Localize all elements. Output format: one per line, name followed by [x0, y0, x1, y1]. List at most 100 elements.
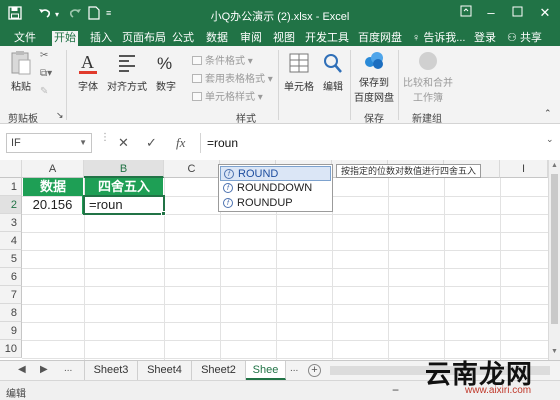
cell-b1[interactable]: 四舍五入 [85, 178, 163, 196]
column-header-i[interactable]: I [500, 160, 548, 178]
save-group-label: 保存 [364, 114, 384, 125]
collapse-ribbon-icon[interactable]: ⌃ [544, 108, 552, 119]
row-header-6[interactable]: 6 [0, 268, 22, 286]
format-as-table-button[interactable]: 套用表格格式 ▾ [192, 70, 273, 85]
cell-a2[interactable]: 20.156 [23, 196, 83, 214]
save-to-baidu-button[interactable]: 保存到 百度网盘 [353, 50, 395, 104]
ribbon-separator [66, 50, 67, 120]
autocomplete-item-roundup[interactable]: f ROUNDUP [220, 196, 331, 211]
sheet-tab-sheet4[interactable]: Sheet4 [138, 361, 192, 380]
clipboard-group-label: 剪贴板 [8, 114, 38, 125]
number-format-button[interactable]: % 数字 [153, 50, 179, 93]
row-header-3[interactable]: 3 [0, 214, 22, 232]
search-icon [324, 54, 342, 73]
more-sheets-left[interactable]: ... [64, 363, 72, 374]
cut-icon[interactable]: ✂ [40, 50, 48, 61]
paste-button[interactable]: 粘贴 [8, 50, 34, 93]
row-header-9[interactable]: 9 [0, 322, 22, 340]
row-header-8[interactable]: 8 [0, 304, 22, 322]
more-sheets-right[interactable]: ... [290, 363, 298, 374]
row-header-2[interactable]: 2 [0, 196, 22, 214]
tab-insert[interactable]: 插入 [88, 31, 114, 46]
tab-view[interactable]: 视图 [271, 31, 297, 46]
formula-input[interactable]: =roun [200, 133, 546, 153]
function-icon: f [223, 183, 233, 193]
gridline [22, 322, 548, 323]
copy-icon[interactable]: ⧉▾ [40, 68, 52, 79]
alignment-button[interactable]: 对齐方式 [104, 50, 150, 93]
row-header-7[interactable]: 7 [0, 286, 22, 304]
share-label: 共享 [519, 32, 542, 44]
cell-a1[interactable]: 数据 [23, 178, 83, 196]
cells-icon [289, 53, 309, 73]
add-sheet-button[interactable]: + [308, 364, 321, 377]
share-icon: ⚇ [507, 32, 517, 44]
svg-text:A: A [81, 52, 94, 72]
vertical-scroll-thumb[interactable] [551, 174, 558, 324]
autocomplete-item-rounddown[interactable]: f ROUNDDOWN [220, 181, 331, 196]
sheet-tab-sheet3[interactable]: Sheet3 [84, 361, 138, 380]
row-header-4[interactable]: 4 [0, 232, 22, 250]
font-button[interactable]: A 字体 [74, 50, 102, 93]
tab-file[interactable]: 文件 [12, 31, 38, 46]
tab-baidu-netdisk[interactable]: 百度网盘 [356, 31, 404, 46]
sign-in-link[interactable]: 登录 [472, 31, 498, 46]
sheet-tab-active[interactable]: Shee [246, 361, 286, 380]
column-header-b[interactable]: B [84, 160, 164, 178]
maximize-icon[interactable] [506, 5, 528, 23]
gridline [22, 286, 548, 287]
cells-button[interactable]: 单元格 [282, 50, 316, 93]
cell-styles-button[interactable]: 单元格样式 ▾ [192, 88, 263, 103]
autocomplete-item-round[interactable]: f ROUND [220, 166, 331, 181]
gridline [388, 178, 389, 360]
share-button[interactable]: ⚇ 共享 [505, 31, 544, 46]
align-icon [119, 55, 135, 72]
ribbon-display-icon[interactable] [455, 5, 477, 23]
gridline [22, 340, 548, 341]
tell-me-box[interactable]: ♀ 告诉我... [410, 31, 467, 46]
tab-data[interactable]: 数据 [204, 31, 230, 46]
save-to-baidu-label-1: 保存到 [359, 78, 389, 89]
zoom-out-button[interactable]: − [392, 383, 399, 397]
format-as-table-icon [192, 74, 202, 83]
select-all-corner[interactable] [0, 160, 22, 178]
format-painter-icon[interactable]: ✎ [40, 86, 48, 97]
sheet-tab-sheet2[interactable]: Sheet2 [192, 361, 246, 380]
cancel-entry-button[interactable]: ✕ [118, 135, 129, 151]
compare-merge-button[interactable]: 比较和合并 工作簿 [400, 50, 456, 104]
name-box[interactable]: IF ▼ [6, 133, 92, 153]
close-icon[interactable]: ✕ [534, 5, 556, 23]
ribbon-separator [398, 50, 399, 120]
cell-b2-active[interactable]: =roun [83, 195, 165, 215]
tab-review[interactable]: 审阅 [238, 31, 264, 46]
compare-merge-label-2: 工作簿 [413, 93, 443, 104]
tab-formulas[interactable]: 公式 [170, 31, 196, 46]
row-header-10[interactable]: 10 [0, 340, 22, 358]
tab-page-layout[interactable]: 页面布局 [120, 31, 168, 46]
column-header-c[interactable]: C [164, 160, 220, 178]
tab-developer[interactable]: 开发工具 [303, 31, 351, 46]
minimize-icon[interactable]: – [480, 5, 502, 23]
editing-button[interactable]: 编辑 [318, 50, 348, 93]
editing-label: 编辑 [323, 82, 343, 93]
row-header-5[interactable]: 5 [0, 250, 22, 268]
next-sheet-icon[interactable]: ▶ [40, 364, 48, 375]
prev-sheet-icon[interactable]: ◀ [18, 364, 26, 375]
column-header-a[interactable]: A [22, 160, 84, 178]
fill-handle[interactable] [161, 211, 166, 216]
scroll-up-icon[interactable]: ▲ [551, 162, 558, 169]
cell-styles-label: 单元格样式 [205, 92, 255, 103]
svg-text:%: % [157, 54, 172, 73]
expand-formula-bar-icon[interactable]: ⌄ [546, 134, 554, 145]
baidu-cloud-icon [365, 52, 383, 69]
vertical-scrollbar[interactable]: ▲ ▼ [548, 160, 560, 360]
row-header-1[interactable]: 1 [0, 178, 22, 196]
clipboard-launcher-icon[interactable]: ↘ [56, 110, 64, 121]
ribbon-tabs: 文件 开始 插入 页面布局 公式 数据 审阅 视图 开发工具 百度网盘 ♀ 告诉… [0, 30, 560, 46]
insert-function-button[interactable]: fx [176, 135, 185, 151]
number-label: 数字 [156, 82, 176, 93]
conditional-formatting-button[interactable]: 条件格式 ▾ [192, 52, 253, 67]
styles-group-label: 样式 [236, 114, 256, 125]
tab-home[interactable]: 开始 [52, 31, 78, 46]
enter-entry-button[interactable]: ✓ [146, 135, 157, 151]
